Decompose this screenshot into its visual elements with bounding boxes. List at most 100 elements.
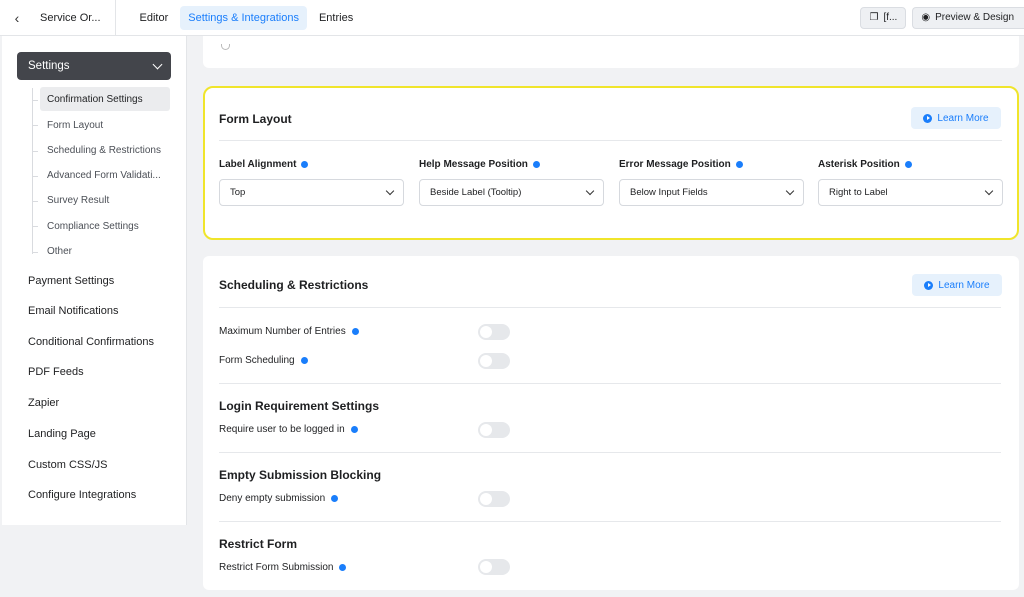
shortcode-label: [f... — [883, 12, 898, 23]
require-login-toggle[interactable] — [478, 422, 510, 438]
form-name: Service Or... — [40, 11, 101, 24]
settings-dropdown[interactable]: Settings — [17, 52, 171, 80]
deny-empty-toggle[interactable] — [478, 491, 510, 507]
sidebar-item-payment-settings[interactable]: Payment Settings — [28, 275, 114, 287]
info-icon[interactable] — [351, 328, 359, 335]
label-alignment-select[interactable]: Top — [219, 179, 404, 206]
max-entries-label: Maximum Number of Entries — [219, 326, 346, 337]
chevron-down-icon — [785, 186, 795, 196]
divider — [219, 140, 1002, 141]
radio-icon — [221, 44, 230, 50]
restrict-form-toggle[interactable] — [478, 559, 510, 575]
restrict-form-title: Restrict Form — [219, 537, 298, 551]
info-icon[interactable] — [339, 564, 347, 571]
help-message-position-value: Beside Label (Tooltip) — [430, 187, 522, 198]
tree-tick — [32, 201, 38, 202]
sidebar-item-email-notifications[interactable]: Email Notifications — [28, 305, 118, 317]
previous-settings-card — [203, 36, 1019, 68]
login-row: Require user to be logged in — [219, 424, 358, 435]
sidebar-item-scheduling-restrictions[interactable]: Scheduling & Restrictions — [40, 138, 170, 162]
sidebar-item-conditional-confirmations[interactable]: Conditional Confirmations — [28, 336, 154, 348]
label-alignment-label: Label Alignment — [219, 159, 309, 170]
divider — [219, 452, 1001, 453]
top-bar: ‹ Service Or... Editor Settings & Integr… — [0, 0, 1024, 36]
sidebar-item-confirmation-settings[interactable]: Confirmation Settings — [40, 87, 170, 111]
form-layout-title: Form Layout — [219, 112, 292, 126]
asterisk-position-value: Right to Label — [829, 187, 888, 198]
chevron-left-icon[interactable]: ‹ — [0, 0, 34, 36]
help-message-position-label: Help Message Position — [419, 159, 540, 170]
tab-settings-integrations[interactable]: Settings & Integrations — [180, 5, 307, 30]
label-alignment-text: Label Alignment — [219, 159, 297, 170]
learn-more-label: Learn More — [938, 279, 990, 291]
info-icon[interactable] — [735, 161, 743, 168]
help-message-position-select[interactable]: Beside Label (Tooltip) — [419, 179, 604, 206]
learn-more-button[interactable]: Learn More — [912, 274, 1002, 296]
sidebar-item-custom-css-js[interactable]: Custom CSS/JS — [28, 459, 107, 471]
divider — [219, 521, 1001, 522]
sidebar-item-zapier[interactable]: Zapier — [28, 397, 59, 409]
login-requirement-title: Login Requirement Settings — [219, 399, 380, 413]
preview-label: Preview & Design — [935, 12, 1014, 23]
preview-design-button[interactable]: ◉ Preview & Design — [912, 6, 1024, 29]
asterisk-position-select[interactable]: Right to Label — [818, 179, 1003, 206]
sidebar-item-advanced-validation[interactable]: Advanced Form Validati... — [40, 163, 170, 187]
chevron-down-icon — [984, 186, 994, 196]
help-message-position-text: Help Message Position — [419, 159, 528, 170]
asterisk-position-label: Asterisk Position — [818, 159, 912, 170]
info-icon[interactable] — [904, 161, 912, 168]
shortcode-button[interactable]: ❐ [f... — [860, 6, 907, 29]
divider — [114, 0, 116, 36]
copy-icon: ❐ — [869, 12, 879, 23]
settings-sidebar: Settings Confirmation Settings Form Layo… — [2, 36, 187, 525]
info-icon[interactable] — [300, 357, 308, 364]
sidebar-item-other[interactable]: Other — [40, 239, 170, 263]
tree-line — [32, 88, 33, 254]
divider — [219, 383, 1001, 384]
max-entries-row: Maximum Number of Entries — [219, 326, 359, 337]
error-message-position-select[interactable]: Below Input Fields — [619, 179, 804, 206]
info-icon[interactable] — [532, 161, 540, 168]
asterisk-position-text: Asterisk Position — [818, 159, 900, 170]
info-icon[interactable] — [350, 426, 358, 433]
restrict-form-row: Restrict Form Submission — [219, 562, 347, 573]
tree-tick — [32, 252, 38, 253]
sidebar-item-compliance-settings[interactable]: Compliance Settings — [40, 214, 170, 238]
play-icon — [924, 280, 934, 290]
tree-tick — [32, 125, 38, 126]
info-icon[interactable] — [331, 495, 339, 502]
info-icon[interactable] — [301, 161, 309, 168]
form-layout-card: Form Layout Learn More Label Alignment T… — [203, 86, 1019, 240]
learn-more-label: Learn More — [937, 112, 989, 124]
login-label: Require user to be logged in — [219, 424, 345, 435]
error-message-position-text: Error Message Position — [619, 159, 731, 170]
scheduling-restrictions-card: Scheduling & Restrictions Learn More Max… — [203, 256, 1019, 590]
form-scheduling-label: Form Scheduling — [219, 355, 295, 366]
chevron-down-icon — [385, 186, 395, 196]
tree-tick — [32, 100, 38, 101]
form-scheduling-toggle[interactable] — [478, 353, 510, 369]
restrict-form-label: Restrict Form Submission — [219, 562, 334, 573]
empty-submission-label: Deny empty submission — [219, 493, 326, 504]
sidebar-item-pdf-feeds[interactable]: PDF Feeds — [28, 366, 84, 378]
sidebar-item-configure-integrations[interactable]: Configure Integrations — [28, 489, 136, 501]
empty-submission-title: Empty Submission Blocking — [219, 468, 382, 482]
tree-tick — [32, 151, 38, 152]
sidebar-item-survey-result[interactable]: Survey Result — [40, 188, 170, 212]
tab-entries[interactable]: Entries — [311, 6, 361, 30]
sidebar-item-form-layout[interactable]: Form Layout — [40, 113, 170, 137]
max-entries-toggle[interactable] — [478, 324, 510, 340]
tree-tick — [32, 226, 38, 227]
chevron-down-icon — [152, 59, 163, 69]
settings-label: Settings — [28, 60, 70, 72]
error-message-position-label: Error Message Position — [619, 159, 743, 170]
form-scheduling-row: Form Scheduling — [219, 355, 308, 366]
sidebar-item-landing-page[interactable]: Landing Page — [28, 428, 96, 440]
learn-more-button[interactable]: Learn More — [911, 107, 1001, 129]
scheduling-title: Scheduling & Restrictions — [219, 278, 369, 292]
chevron-down-icon — [585, 186, 595, 196]
label-alignment-value: Top — [230, 187, 246, 198]
tree-tick — [32, 176, 38, 177]
play-icon — [923, 113, 933, 123]
tab-editor[interactable]: Editor — [132, 6, 177, 30]
